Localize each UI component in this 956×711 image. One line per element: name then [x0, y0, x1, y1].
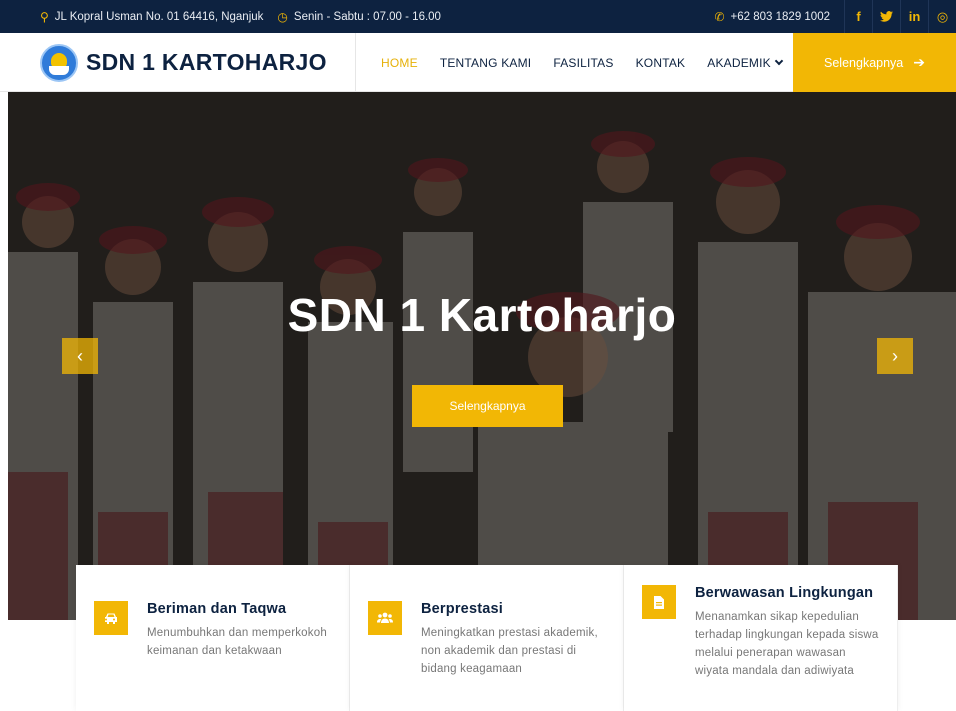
- contact-info: ⚲ JL Kopral Usman No. 01 64416, Nganjuk …: [40, 0, 441, 33]
- header-divider: [355, 33, 356, 92]
- nav-kontak[interactable]: KONTAK: [625, 56, 697, 70]
- address-item: ⚲ JL Kopral Usman No. 01 64416, Nganjuk: [40, 11, 263, 23]
- feature-cards: Beriman dan Taqwa Menumbuhkan dan memper…: [76, 565, 898, 711]
- address-text: JL Kopral Usman No. 01 64416, Nganjuk: [54, 10, 264, 23]
- instagram-icon[interactable]: ◎: [928, 0, 956, 33]
- brand-link[interactable]: SDN 1 KARTOHARJO: [40, 33, 327, 92]
- nav-akademik-label: AKADEMIK: [707, 55, 771, 70]
- feature-card: Berwawasan Lingkungan Menanamkan sikap k…: [624, 565, 898, 711]
- header-cta-button[interactable]: Selengkapnya ➔: [793, 33, 956, 92]
- feature-title: Berprestasi: [421, 601, 503, 617]
- car-icon: [94, 601, 128, 635]
- slider-prev-button[interactable]: ‹: [62, 338, 98, 374]
- nav-home[interactable]: HOME: [370, 56, 429, 70]
- phone-icon: ✆: [714, 9, 725, 24]
- feature-title: Beriman dan Taqwa: [147, 601, 287, 617]
- chevron-down-icon: [774, 56, 784, 66]
- nav-akademik[interactable]: AKADEMIK: [696, 56, 793, 70]
- arrow-right-icon: ➔: [913, 54, 925, 70]
- hero-overlay: [8, 92, 956, 620]
- feature-text: Menumbuhkan dan memperkokoh keimanan dan…: [147, 627, 327, 657]
- hours-text: Senin - Sabtu : 07.00 - 16.00: [293, 10, 441, 23]
- school-logo: [40, 43, 78, 82]
- facebook-icon[interactable]: f: [844, 0, 872, 33]
- slider-next-button[interactable]: ›: [877, 338, 913, 374]
- main-nav: HOME TENTANG KAMI FASILITAS KONTAK AKADE…: [370, 33, 793, 92]
- top-info-bar: ⚲ JL Kopral Usman No. 01 64416, Nganjuk …: [0, 0, 956, 33]
- twitter-icon[interactable]: [872, 0, 900, 33]
- brand-name: SDN 1 KARTOHARJO: [86, 49, 327, 75]
- document-icon: [642, 585, 676, 619]
- feature-text: Meningkatkan prestasi akademik, non akad…: [421, 627, 598, 675]
- feature-card: Berprestasi Meningkatkan prestasi akadem…: [350, 565, 624, 711]
- phone-text: +62 803 1829 1002: [730, 10, 830, 23]
- map-pin-icon: ⚲: [40, 9, 49, 24]
- hero-cta-button[interactable]: Selengkapnya: [412, 385, 563, 427]
- phone-link[interactable]: ✆ +62 803 1829 1002: [714, 11, 830, 23]
- hero-title: SDN 1 Kartoharjo: [287, 289, 677, 341]
- clock-icon: ◷: [277, 9, 288, 24]
- feature-text: Menanamkan sikap kepedulian terhadap lin…: [695, 611, 879, 677]
- feature-title: Berwawasan Lingkungan: [695, 585, 874, 601]
- top-right: ✆ +62 803 1829 1002 f in ◎: [714, 0, 956, 33]
- hours-item: ◷ Senin - Sabtu : 07.00 - 16.00: [277, 11, 441, 23]
- feature-card: Beriman dan Taqwa Menumbuhkan dan memper…: [76, 565, 350, 711]
- users-icon: [368, 601, 402, 635]
- header-cta-label: Selengkapnya: [824, 55, 904, 70]
- main-header: SDN 1 KARTOHARJO HOME TENTANG KAMI FASIL…: [0, 33, 956, 92]
- hero-slider: SDN 1 Kartoharjo Selengkapnya ‹ ›: [8, 92, 956, 620]
- nav-fasilitas[interactable]: FASILITAS: [542, 56, 624, 70]
- nav-tentang-kami[interactable]: TENTANG KAMI: [429, 56, 543, 70]
- linkedin-icon[interactable]: in: [900, 0, 928, 33]
